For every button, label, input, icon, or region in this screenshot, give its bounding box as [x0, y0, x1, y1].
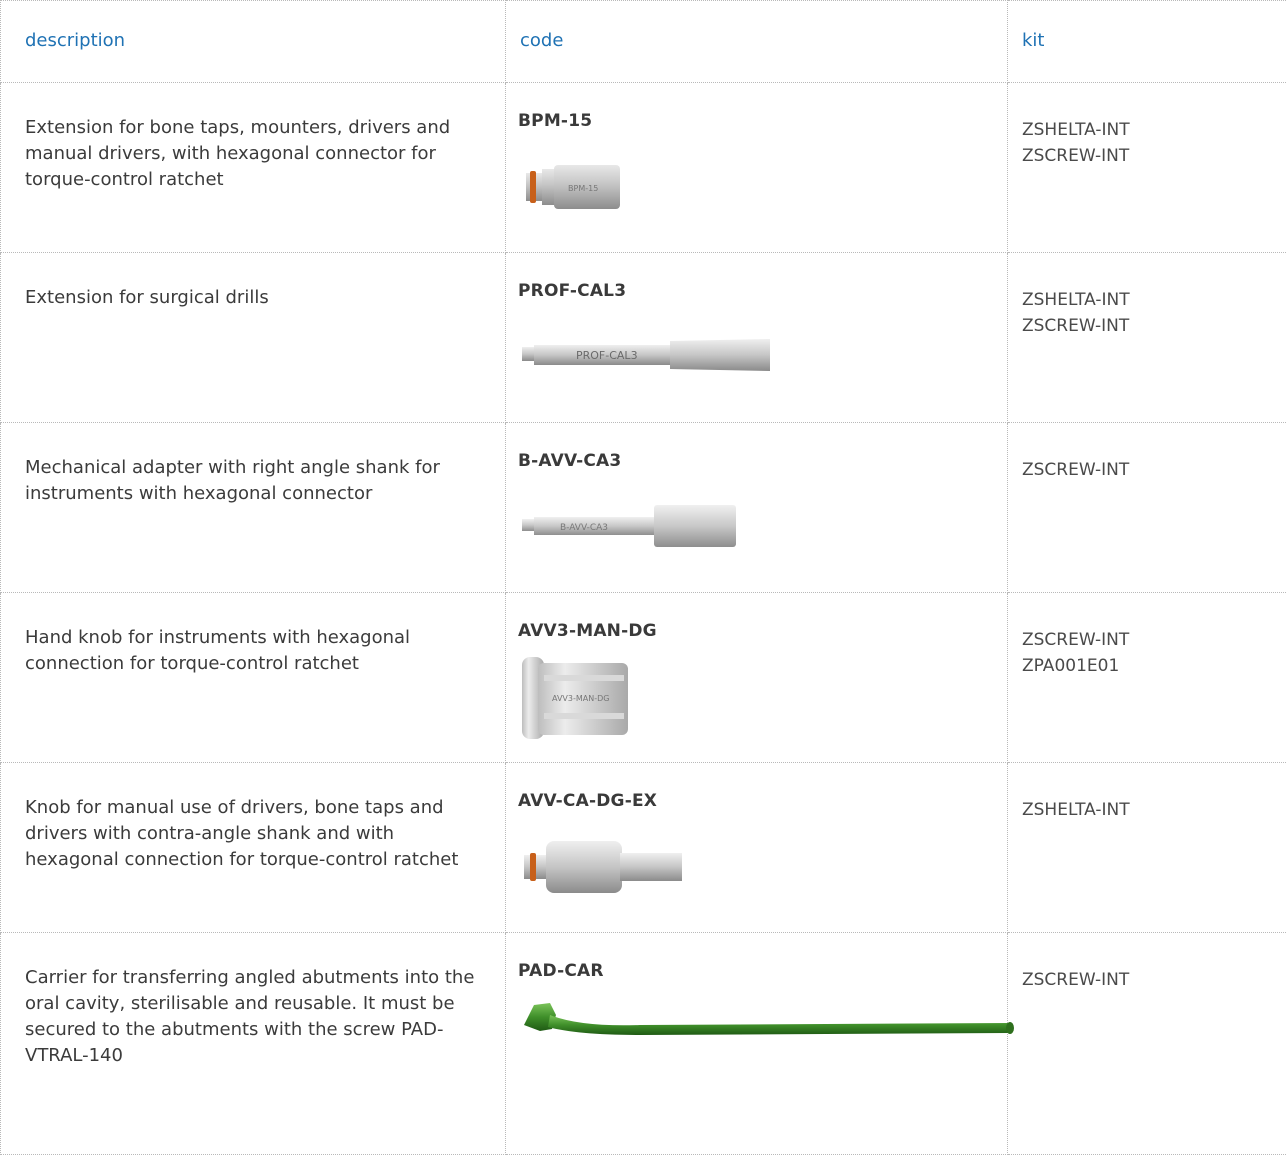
row-description: Hand knob for instruments with hexagonal…	[1, 593, 505, 677]
code-cell: PAD-CAR	[506, 933, 1008, 1155]
kit-cell: ZSCREW-INT	[1008, 423, 1287, 593]
code-cell: AVV-CA-DG-EX	[506, 763, 1008, 933]
table-row: Hand knob for instruments with hexagonal…	[1, 593, 1287, 763]
description-cell: Carrier for transferring angled abutment…	[1, 933, 506, 1155]
bpm-15-image-label: BPM-15	[568, 184, 598, 193]
description-cell: Extension for bone taps, mounters, drive…	[1, 83, 506, 253]
kit-list: ZSHELTA-INT	[1008, 763, 1287, 823]
description-cell: Mechanical adapter with right angle shan…	[1, 423, 506, 593]
table-row: Extension for bone taps, mounters, drive…	[1, 83, 1287, 253]
avv-ca-dg-ex-instrument-image	[520, 837, 710, 897]
table-row: Extension for surgical drills PROF-CAL3 …	[1, 253, 1287, 423]
row-description: Mechanical adapter with right angle shan…	[1, 423, 505, 507]
kit-list: ZSHELTA-INT ZSCREW-INT	[1008, 83, 1287, 169]
row-description: Extension for bone taps, mounters, drive…	[1, 83, 505, 193]
row-code: PROF-CAL3	[506, 253, 1007, 301]
code-cell: AVV3-MAN-DG AVV3-MAN-DG	[506, 593, 1008, 763]
header-code-label: code	[506, 1, 1007, 51]
kit-list: ZSCREW-INT	[1008, 423, 1287, 483]
description-cell: Hand knob for instruments with hexagonal…	[1, 593, 506, 763]
avv3-man-dg-image-label: AVV3-MAN-DG	[552, 694, 610, 703]
row-code: B-AVV-CA3	[506, 423, 1007, 471]
table-row: Mechanical adapter with right angle shan…	[1, 423, 1287, 593]
kit-list: ZSCREW-INT ZPA001E01	[1008, 593, 1287, 679]
code-cell: BPM-15 BPM-15	[506, 83, 1008, 253]
kit-item: ZPA001E01	[1022, 653, 1277, 679]
avv3-man-dg-instrument-image: AVV3-MAN-DG	[518, 653, 638, 743]
kit-cell: ZSCREW-INT	[1008, 933, 1287, 1155]
header-description-label: description	[1, 1, 505, 51]
table-row: Knob for manual use of drivers, bone tap…	[1, 763, 1287, 933]
row-code: AVV-CA-DG-EX	[506, 763, 1007, 811]
row-description: Knob for manual use of drivers, bone tap…	[1, 763, 505, 873]
row-code: AVV3-MAN-DG	[506, 593, 1007, 641]
row-description: Extension for surgical drills	[1, 253, 505, 311]
header-kit: kit	[1008, 1, 1287, 83]
kit-cell: ZSHELTA-INT ZSCREW-INT	[1008, 83, 1287, 253]
prof-cal3-instrument-image: PROF-CAL3	[520, 331, 780, 381]
kit-item: ZSCREW-INT	[1022, 967, 1277, 993]
instrument-table: description code kit Extension for bone …	[0, 0, 1287, 1155]
kit-item: ZSCREW-INT	[1022, 143, 1277, 169]
bpm-15-instrument-image: BPM-15	[522, 159, 662, 219]
row-description: Carrier for transferring angled abutment…	[1, 933, 505, 1069]
kit-list: ZSHELTA-INT ZSCREW-INT	[1008, 253, 1287, 339]
description-cell: Knob for manual use of drivers, bone tap…	[1, 763, 506, 933]
kit-cell: ZSCREW-INT ZPA001E01	[1008, 593, 1287, 763]
kit-item: ZSHELTA-INT	[1022, 287, 1277, 313]
table-header-row: description code kit	[1, 1, 1287, 83]
kit-item: ZSHELTA-INT	[1022, 797, 1277, 823]
b-avv-ca3-image-label: B-AVV-CA3	[560, 523, 608, 533]
kit-item: ZSHELTA-INT	[1022, 117, 1277, 143]
header-kit-label: kit	[1008, 1, 1287, 51]
kit-list: ZSCREW-INT	[1008, 933, 1287, 993]
kit-item: ZSCREW-INT	[1022, 457, 1277, 483]
b-avv-ca3-instrument-image: B-AVV-CA3	[520, 501, 760, 551]
kit-item: ZSCREW-INT	[1022, 627, 1277, 653]
code-cell: PROF-CAL3 PROF-CAL3	[506, 253, 1008, 423]
kit-cell: ZSHELTA-INT	[1008, 763, 1287, 933]
prof-cal3-image-label: PROF-CAL3	[576, 349, 638, 362]
description-cell: Extension for surgical drills	[1, 253, 506, 423]
row-code: PAD-CAR	[506, 933, 1007, 981]
kit-cell: ZSHELTA-INT ZSCREW-INT	[1008, 253, 1287, 423]
table-row: Carrier for transferring angled abutment…	[1, 933, 1287, 1155]
pad-car-instrument-image	[520, 993, 1020, 1053]
row-code: BPM-15	[506, 83, 1007, 131]
header-description: description	[1, 1, 506, 83]
header-code: code	[506, 1, 1008, 83]
kit-item: ZSCREW-INT	[1022, 313, 1277, 339]
code-cell: B-AVV-CA3 B-AVV-CA3	[506, 423, 1008, 593]
